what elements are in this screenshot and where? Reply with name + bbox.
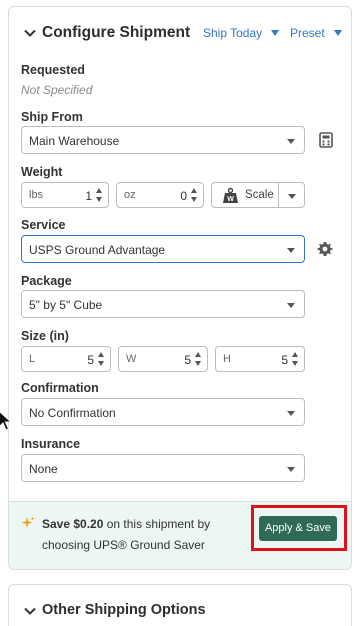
caret-down-icon <box>287 411 295 416</box>
caret-down-icon <box>271 30 280 36</box>
svg-text:W: W <box>227 196 234 203</box>
package-value: 5" by 5" Cube <box>29 298 103 312</box>
weight-label: Weight <box>21 165 63 179</box>
stepper-icon[interactable] <box>98 351 106 369</box>
sparkle-icon <box>21 516 35 528</box>
divider <box>278 183 279 207</box>
savings-amount: Save $0.20 <box>42 517 104 531</box>
width-unit: W <box>126 353 137 365</box>
panel-header: Configure Shipment Ship Today Preset <box>9 7 351 59</box>
lbs-unit: lbs <box>29 189 44 201</box>
confirmation-label: Confirmation <box>21 381 99 395</box>
preset-label: Preset <box>290 26 325 40</box>
apply-and-save-button[interactable]: Apply & Save <box>259 516 337 541</box>
ship-from-label: Ship From <box>21 110 83 124</box>
caret-down-icon <box>287 248 295 253</box>
stepper-icon[interactable] <box>96 187 104 205</box>
stepper-icon[interactable] <box>292 351 300 369</box>
stepper-icon[interactable] <box>191 187 199 205</box>
requested-value: Not Specified <box>21 83 93 97</box>
chevron-down-icon[interactable] <box>23 26 37 40</box>
panel-title: Configure Shipment <box>42 24 191 41</box>
caret-down-icon <box>287 467 295 472</box>
stepper-icon[interactable] <box>195 351 203 369</box>
package-select[interactable]: 5" by 5" Cube <box>21 290 305 318</box>
scale-button[interactable]: W Scale <box>211 182 305 208</box>
width-value: 5 <box>184 353 191 367</box>
configure-shipment-panel: Configure Shipment Ship Today Preset Req… <box>8 6 352 570</box>
weight-oz-input[interactable]: oz 0 <box>116 182 204 208</box>
preset-dropdown[interactable]: Preset <box>290 26 342 40</box>
caret-down-icon[interactable] <box>288 194 296 199</box>
ship-today-label: Ship Today <box>203 26 263 40</box>
ship-from-select[interactable]: Main Warehouse <box>21 126 305 154</box>
scale-label: Scale <box>245 189 274 201</box>
lbs-value: 1 <box>85 189 92 203</box>
weight-scale-icon: W <box>223 187 238 203</box>
other-shipping-options-panel[interactable]: Other Shipping Options <box>8 584 352 626</box>
oz-value: 0 <box>180 189 187 203</box>
size-height-input[interactable]: H 5 <box>215 346 305 372</box>
mouse-cursor-icon <box>0 411 12 431</box>
length-value: 5 <box>87 353 94 367</box>
service-value: USPS Ground Advantage <box>29 243 166 257</box>
length-unit: L <box>29 353 36 365</box>
weight-lbs-input[interactable]: lbs 1 <box>21 182 109 208</box>
confirmation-select[interactable]: No Confirmation <box>21 398 305 426</box>
insurance-select[interactable]: None <box>21 454 305 482</box>
insurance-value: None <box>29 462 58 476</box>
package-label: Package <box>21 274 72 288</box>
insurance-label: Insurance <box>21 437 81 451</box>
height-unit: H <box>223 353 231 365</box>
gear-icon[interactable] <box>317 241 333 257</box>
requested-label: Requested <box>21 63 85 77</box>
caret-down-icon <box>287 139 295 144</box>
size-label: Size (in) <box>21 329 69 343</box>
service-select[interactable]: USPS Ground Advantage <box>21 235 305 263</box>
caret-down-icon <box>333 30 342 36</box>
other-shipping-title: Other Shipping Options <box>42 602 206 618</box>
caret-down-icon <box>287 303 295 308</box>
savings-message: Save $0.20 on this shipment by choosing … <box>42 514 232 556</box>
height-value: 5 <box>281 353 288 367</box>
calculator-icon[interactable] <box>318 132 334 148</box>
oz-unit: oz <box>124 189 136 201</box>
chevron-down-icon[interactable] <box>23 604 37 618</box>
size-length-input[interactable]: L 5 <box>21 346 111 372</box>
confirmation-value: No Confirmation <box>29 406 116 420</box>
service-label: Service <box>21 218 66 232</box>
size-width-input[interactable]: W 5 <box>118 346 208 372</box>
ship-today-dropdown[interactable]: Ship Today <box>203 26 280 40</box>
ship-from-value: Main Warehouse <box>29 134 120 148</box>
